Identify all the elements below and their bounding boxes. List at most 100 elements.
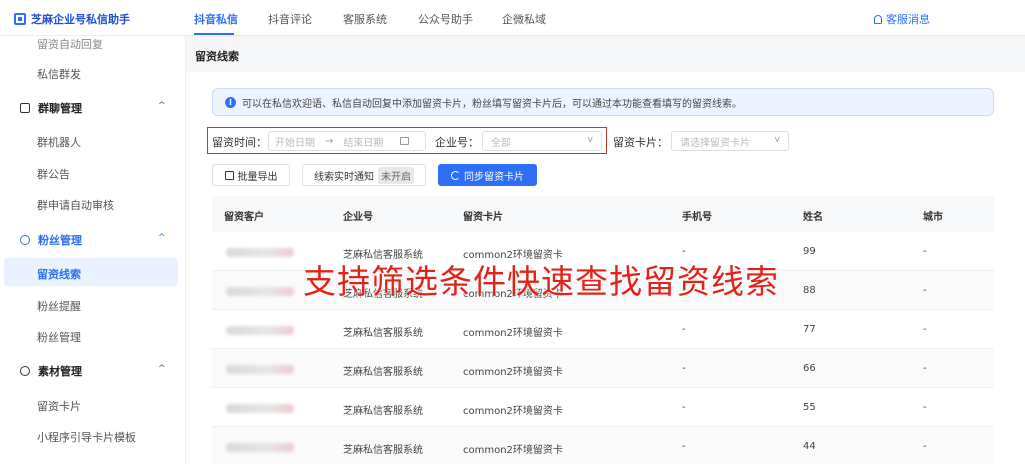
cell-name: 88 <box>803 285 816 296</box>
tab-douyin-comments[interactable]: 抖音评论 <box>268 11 312 27</box>
masked-customer <box>226 326 294 335</box>
service-messages-link[interactable]: 客服消息 <box>874 11 930 27</box>
cell-name: 44 <box>803 441 816 452</box>
sync-card-button[interactable]: 同步留资卡片 <box>438 164 537 186</box>
sidebar-group-label: 群聊管理 <box>38 102 82 115</box>
chat-icon <box>20 103 30 113</box>
masked-customer <box>226 443 294 452</box>
cell-enterprise: 芝麻私信客服系统 <box>343 328 423 339</box>
cell-card: common2环境留资卡 <box>463 328 563 339</box>
sidebar-item-group-notice[interactable]: 群公告 <box>37 166 70 182</box>
masked-customer <box>226 365 294 374</box>
cell-card: common2环境留资卡 <box>463 445 563 456</box>
lead-time-label: 留资时间： <box>212 136 267 149</box>
sidebar-group-fans[interactable]: 粉丝管理 <box>20 232 82 248</box>
fans-icon <box>20 235 30 245</box>
card-select-placeholder: 请选择留资卡片 <box>680 137 750 149</box>
chevron-down-icon: v <box>774 135 780 145</box>
sidebar-group-label: 粉丝管理 <box>38 234 82 247</box>
chevron-down-icon: v <box>587 135 593 145</box>
table-row[interactable] <box>212 427 994 464</box>
batch-export-label: 批量导出 <box>237 171 278 183</box>
sidebar-item-miniprogram-card[interactable]: 小程序引导卡片模板 <box>37 429 136 445</box>
info-icon: i <box>225 96 236 108</box>
notify-label: 线索实时通知 <box>314 171 374 183</box>
enterprise-select[interactable]: 全部 v <box>482 131 602 151</box>
column-header-name: 姓名 <box>803 212 823 223</box>
end-date[interactable]: 结束日期 <box>343 134 383 149</box>
masked-customer <box>226 287 294 296</box>
info-banner: i 可以在私信欢迎语、私信自动回复中添加留资卡片，粉丝填写留资卡片后，可以通过本… <box>212 88 994 116</box>
chevron-up-icon[interactable]: ^ <box>158 364 166 374</box>
cell-city: - <box>923 324 927 335</box>
sidebar-item-group-auto-review[interactable]: 群申请自动审核 <box>37 197 114 213</box>
date-range-picker[interactable]: 开始日期 → 结束日期 <box>268 131 426 151</box>
column-header-card: 留资卡片 <box>463 212 503 223</box>
promo-overlay-caption: 支持筛选条件快速查找留资线索 <box>303 262 779 301</box>
sidebar-item-leads[interactable]: 留资线索 <box>4 258 178 286</box>
cell-enterprise: 芝麻私信客服系统 <box>343 367 423 378</box>
export-icon <box>224 170 234 180</box>
cell-city: - <box>923 285 927 296</box>
card-label: 留资卡片： <box>613 136 668 149</box>
sidebar-item-group-bot[interactable]: 群机器人 <box>37 134 81 150</box>
sync-icon <box>451 170 460 180</box>
sidebar-item-fans-reminder[interactable]: 粉丝提醒 <box>37 298 81 314</box>
cell-enterprise: 芝麻私信客服系统 <box>343 406 423 417</box>
cell-phone: - <box>682 324 686 335</box>
table-row[interactable] <box>212 310 994 349</box>
sidebar-item-lead-auto-reply[interactable]: 留资自动回复 <box>37 36 103 52</box>
chevron-up-icon[interactable]: ^ <box>158 233 166 243</box>
cell-phone: - <box>682 363 686 374</box>
cell-name: 55 <box>803 402 816 413</box>
cell-name: 99 <box>803 246 816 257</box>
app-logo[interactable]: 芝麻企业号私信助手 <box>14 11 130 27</box>
sync-card-label: 同步留资卡片 <box>464 171 524 183</box>
cell-phone: - <box>682 441 686 452</box>
table-row[interactable] <box>212 349 994 388</box>
cell-city: - <box>923 441 927 452</box>
batch-export-button[interactable]: 批量导出 <box>212 164 290 186</box>
column-header-phone: 手机号 <box>682 212 712 223</box>
masked-customer <box>226 248 294 257</box>
sidebar-item-dm-broadcast[interactable]: 私信群发 <box>37 66 81 82</box>
tab-official-account[interactable]: 公众号助手 <box>418 11 473 27</box>
tab-wecom[interactable]: 企微私域 <box>502 11 546 27</box>
app-title: 芝麻企业号私信助手 <box>31 13 130 26</box>
realtime-notify-button[interactable]: 线索实时通知 未开启 <box>302 164 426 186</box>
service-messages-label: 客服消息 <box>886 13 930 26</box>
table-header <box>212 196 994 232</box>
sidebar-item-label: 留资线索 <box>37 268 81 281</box>
cell-card: common2环境留资卡 <box>463 367 563 378</box>
logo-icon <box>14 13 26 25</box>
materials-icon <box>20 366 30 376</box>
column-header-city: 城市 <box>923 212 943 223</box>
start-date[interactable]: 开始日期 <box>275 134 315 149</box>
cell-name: 77 <box>803 324 816 335</box>
enterprise-select-value: 全部 <box>491 137 511 149</box>
card-select[interactable]: 请选择留资卡片 v <box>671 131 789 151</box>
sidebar-group-label: 素材管理 <box>38 365 82 378</box>
enterprise-label: 企业号： <box>435 136 479 149</box>
sidebar-item-fans-manage[interactable]: 粉丝管理 <box>37 329 81 345</box>
column-header-customer: 留资客户 <box>224 212 264 223</box>
cell-city: - <box>923 402 927 413</box>
chevron-up-icon[interactable]: ^ <box>158 101 166 111</box>
cell-name: 66 <box>803 363 816 374</box>
cell-city: - <box>923 246 927 257</box>
range-separator: → <box>325 135 334 147</box>
cell-city: - <box>923 363 927 374</box>
tab-service-system[interactable]: 客服系统 <box>343 11 387 27</box>
sidebar-group-group-chat[interactable]: 群聊管理 <box>20 100 82 116</box>
notify-status-badge: 未开启 <box>378 166 414 184</box>
calendar-icon <box>400 137 409 145</box>
sidebar-group-materials[interactable]: 素材管理 <box>20 363 82 379</box>
sidebar-item-lead-card[interactable]: 留资卡片 <box>37 398 81 414</box>
table-row[interactable] <box>212 388 994 427</box>
cell-enterprise: 芝麻私信客服系统 <box>343 445 423 456</box>
masked-customer <box>226 404 294 413</box>
active-tab-indicator <box>194 33 234 35</box>
page-title: 留资线索 <box>195 50 239 63</box>
tab-douyin-dm[interactable]: 抖音私信 <box>194 11 238 27</box>
cell-phone: - <box>682 402 686 413</box>
